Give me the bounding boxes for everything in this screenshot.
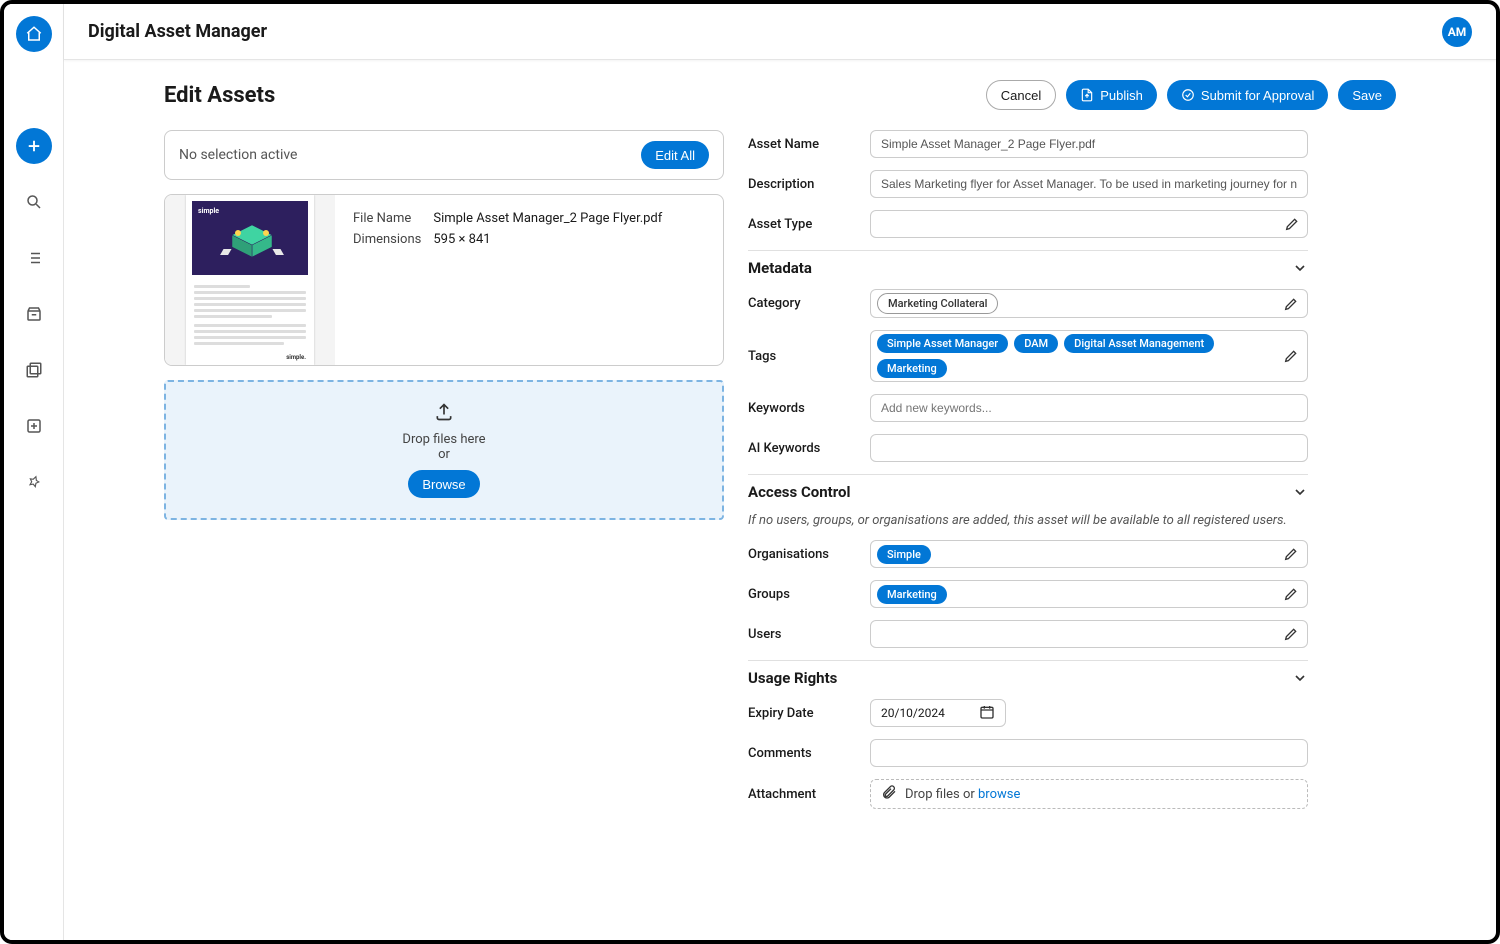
square-plus-icon	[24, 416, 44, 436]
dropzone-text1: Drop files here	[186, 432, 702, 447]
attachment-dropzone[interactable]: Drop files or browse	[870, 779, 1308, 809]
pin-icon	[24, 472, 44, 492]
chevron-down-icon[interactable]	[1292, 260, 1308, 276]
publish-icon	[1080, 88, 1094, 102]
archive-icon	[24, 304, 44, 324]
page-title: Edit Assets	[164, 83, 275, 108]
app-title: Digital Asset Manager	[88, 21, 267, 42]
expiry-date-input[interactable]: 20/10/2024	[870, 699, 1006, 727]
save-button[interactable]: Save	[1338, 80, 1396, 110]
dimensions-value: 595 × 841	[433, 230, 672, 249]
group-chip: Marketing	[877, 585, 947, 604]
asset-thumbnail: simple.	[165, 195, 335, 365]
users-field[interactable]	[870, 620, 1308, 648]
home-button[interactable]	[16, 16, 52, 52]
collections-icon	[24, 360, 44, 380]
home-icon	[24, 24, 44, 44]
list-icon	[24, 248, 44, 268]
description-input[interactable]	[870, 170, 1308, 198]
calendar-icon	[979, 704, 995, 723]
category-label: Category	[748, 296, 858, 311]
plus-icon	[24, 136, 44, 156]
action-buttons: Cancel Publish Submit for Approval Save	[986, 80, 1396, 110]
expiry-date-label: Expiry Date	[748, 706, 858, 721]
chevron-down-icon[interactable]	[1292, 484, 1308, 500]
asset-type-label: Asset Type	[748, 217, 858, 232]
usage-rights-section-title: Usage Rights	[748, 669, 837, 687]
search-button[interactable]	[16, 184, 52, 220]
metadata-section-title: Metadata	[748, 259, 812, 277]
tag-chip: Simple Asset Manager	[877, 334, 1008, 353]
dropzone-text2: or	[186, 447, 702, 462]
category-chip: Marketing Collateral	[877, 293, 998, 314]
comments-input[interactable]	[870, 739, 1308, 767]
access-control-section-title: Access Control	[748, 483, 850, 501]
chevron-down-icon[interactable]	[1292, 670, 1308, 686]
groups-label: Groups	[748, 587, 858, 602]
tag-chip: DAM	[1014, 334, 1058, 353]
asset-meta: File Name Simple Asset Manager_2 Page Fl…	[335, 195, 723, 365]
browse-button[interactable]: Browse	[408, 470, 479, 498]
file-name-label: File Name	[353, 209, 431, 228]
cancel-button[interactable]: Cancel	[986, 80, 1056, 110]
category-field[interactable]: Marketing Collateral	[870, 289, 1308, 318]
archive-button[interactable]	[16, 296, 52, 332]
upload-icon	[186, 402, 702, 426]
keywords-label: Keywords	[748, 401, 858, 416]
new-item-button[interactable]	[16, 408, 52, 444]
tags-label: Tags	[748, 349, 858, 364]
collections-button[interactable]	[16, 352, 52, 388]
thumbnail-page: simple.	[186, 195, 314, 365]
edit-icon[interactable]	[1283, 586, 1299, 602]
file-name-value: Simple Asset Manager_2 Page Flyer.pdf	[433, 209, 672, 228]
edit-icon[interactable]	[1284, 216, 1300, 232]
organisations-field[interactable]: Simple	[870, 540, 1308, 568]
users-label: Users	[748, 627, 858, 642]
file-dropzone[interactable]: Drop files here or Browse	[164, 380, 724, 520]
edit-all-button[interactable]: Edit All	[641, 141, 709, 169]
topbar: Digital Asset Manager AM	[64, 4, 1496, 60]
submit-approval-button[interactable]: Submit for Approval	[1167, 80, 1328, 110]
selection-text: No selection active	[179, 147, 297, 163]
edit-icon[interactable]	[1283, 546, 1299, 562]
attachment-browse-link[interactable]: browse	[978, 787, 1020, 802]
add-button[interactable]	[16, 128, 52, 164]
search-icon	[24, 192, 44, 212]
ai-keywords-input[interactable]	[870, 434, 1308, 462]
tags-field[interactable]: Simple Asset Manager DAM Digital Asset M…	[870, 330, 1308, 382]
edit-icon[interactable]	[1283, 296, 1299, 312]
asset-name-label: Asset Name	[748, 137, 858, 152]
edit-icon[interactable]	[1283, 348, 1299, 364]
selection-bar: No selection active Edit All	[164, 130, 724, 180]
asset-name-input[interactable]	[870, 130, 1308, 158]
attachment-label: Attachment	[748, 787, 858, 802]
tag-chip: Marketing	[877, 359, 947, 378]
check-circle-icon	[1181, 88, 1195, 102]
access-control-hint: If no users, groups, or organisations ar…	[748, 513, 1308, 528]
edit-icon[interactable]	[1283, 626, 1299, 642]
paperclip-icon	[881, 784, 897, 804]
publish-button[interactable]: Publish	[1066, 80, 1157, 110]
asset-type-input[interactable]	[870, 210, 1308, 238]
asset-card[interactable]: simple. File Name Simple Asset Manager_2…	[164, 194, 724, 366]
description-label: Description	[748, 177, 858, 192]
org-chip: Simple	[877, 545, 931, 564]
comments-label: Comments	[748, 746, 858, 761]
sidebar	[4, 4, 64, 940]
list-button[interactable]	[16, 240, 52, 276]
keywords-input[interactable]	[870, 394, 1308, 422]
tag-chip: Digital Asset Management	[1064, 334, 1214, 353]
ai-keywords-label: AI Keywords	[748, 441, 858, 456]
pin-button[interactable]	[16, 464, 52, 500]
dimensions-label: Dimensions	[353, 230, 431, 249]
groups-field[interactable]: Marketing	[870, 580, 1308, 608]
organisations-label: Organisations	[748, 547, 858, 562]
user-avatar[interactable]: AM	[1442, 17, 1472, 47]
